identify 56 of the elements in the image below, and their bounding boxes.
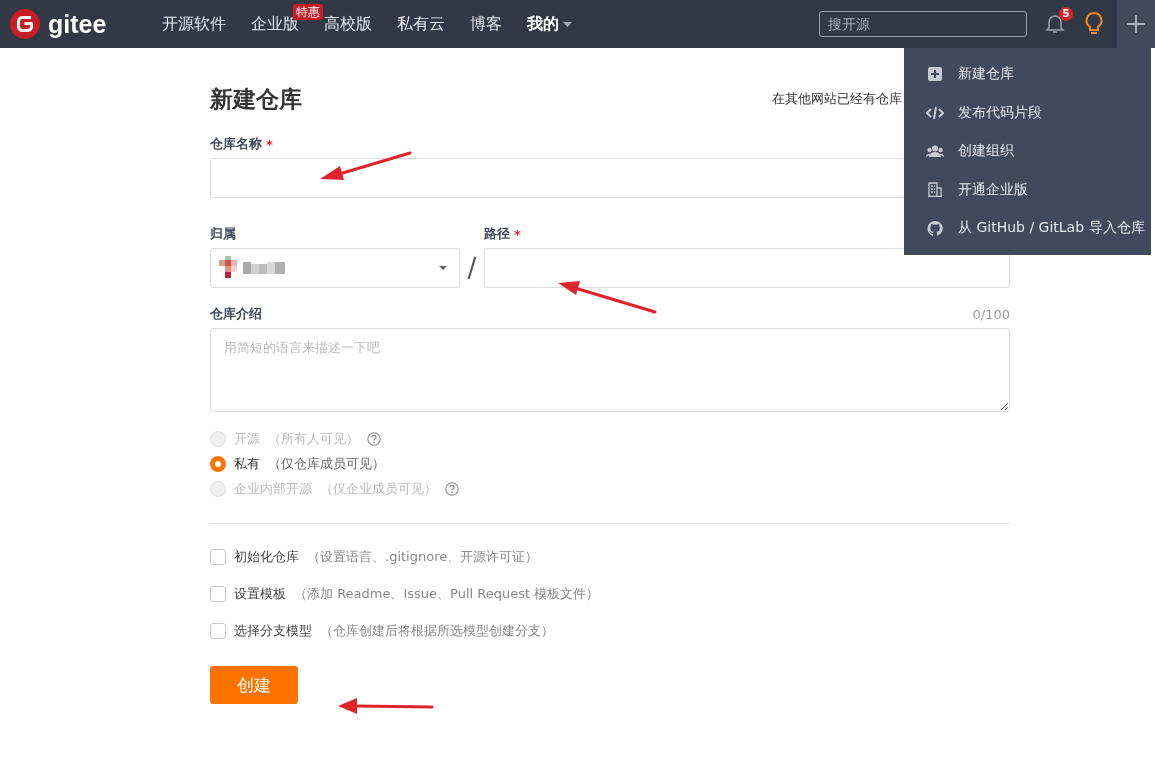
lightbulb-icon[interactable] <box>1085 12 1103 36</box>
required-mark: * <box>514 226 521 242</box>
character-counter: 0/100 <box>972 306 1010 322</box>
avatar-icon <box>219 256 237 280</box>
nav-link[interactable]: 博客 <box>470 13 502 35</box>
checkbox[interactable] <box>210 623 226 639</box>
menu-item[interactable]: 开通企业版 <box>904 170 1151 209</box>
caret-icon <box>439 266 447 270</box>
promo-badge: 特惠 <box>293 3 323 20</box>
checkbox-note: （设置语言、.gitignore、开源许可证） <box>307 548 539 566</box>
checkbox-note: （添加 Readme、Issue、Pull Request 模板文件） <box>294 585 600 603</box>
import-hint: 在其他网站已经有仓库 <box>772 90 902 108</box>
field-label: 仓库介绍 <box>210 305 262 323</box>
path-separator: / <box>466 252 478 285</box>
radio-label: 开源 <box>234 430 260 448</box>
field-label: 归属 <box>210 225 236 243</box>
menu-item[interactable]: 创建组织 <box>904 132 1151 171</box>
caret-icon <box>563 21 572 27</box>
radio-label: 企业内部开源 <box>234 480 312 498</box>
path-field[interactable] <box>484 248 1010 288</box>
building-icon <box>926 182 944 198</box>
plus-icon <box>1127 15 1145 33</box>
checkbox-label: 设置模板 <box>234 585 286 603</box>
checkbox[interactable] <box>210 586 226 602</box>
logo-text[interactable]: gitee <box>48 9 107 39</box>
bell-icon[interactable] <box>1045 13 1065 35</box>
blurred-name-drawing <box>243 262 285 274</box>
group-icon <box>926 145 944 158</box>
nav-link[interactable]: 开源软件 <box>162 13 226 35</box>
radio-note: （仅企业成员可见） <box>320 480 437 498</box>
nav-link[interactable]: 私有云 <box>397 13 445 35</box>
required-mark: * <box>266 136 273 152</box>
radio-note: （仅仓库成员可见） <box>268 455 385 473</box>
radio-label: 私有 <box>234 455 260 473</box>
code-icon <box>926 105 944 120</box>
add-button[interactable] <box>1117 0 1155 48</box>
github-icon <box>926 220 944 236</box>
field-label: 仓库名称 <box>210 135 262 153</box>
field-label: 路径 <box>484 225 510 243</box>
checkbox-label: 选择分支模型 <box>234 622 312 640</box>
radio-button[interactable] <box>210 456 226 472</box>
menu-item[interactable]: 从 GitHub / GitLab 导入仓库 <box>904 209 1151 248</box>
owner-select[interactable] <box>210 248 460 288</box>
radio-note: （所有人可见） <box>268 430 359 448</box>
menu-item[interactable]: 新建仓库 <box>904 55 1151 94</box>
search-field[interactable]: 搜开源 <box>819 11 1027 37</box>
nav-link[interactable]: 我的 <box>527 13 572 35</box>
checkbox-label: 初始化仓库 <box>234 548 299 566</box>
page-title: 新建仓库 <box>210 84 302 114</box>
logo-icon[interactable] <box>10 9 40 39</box>
nav-link[interactable]: 高校版 <box>324 13 372 35</box>
plus-square-icon <box>926 67 944 82</box>
checkbox-note: （仓库创建后将根据所选模型创建分支） <box>320 622 554 640</box>
checkbox[interactable] <box>210 549 226 565</box>
menu-item[interactable]: 发布代码片段 <box>904 93 1151 132</box>
notification-count: 5 <box>1059 7 1073 21</box>
